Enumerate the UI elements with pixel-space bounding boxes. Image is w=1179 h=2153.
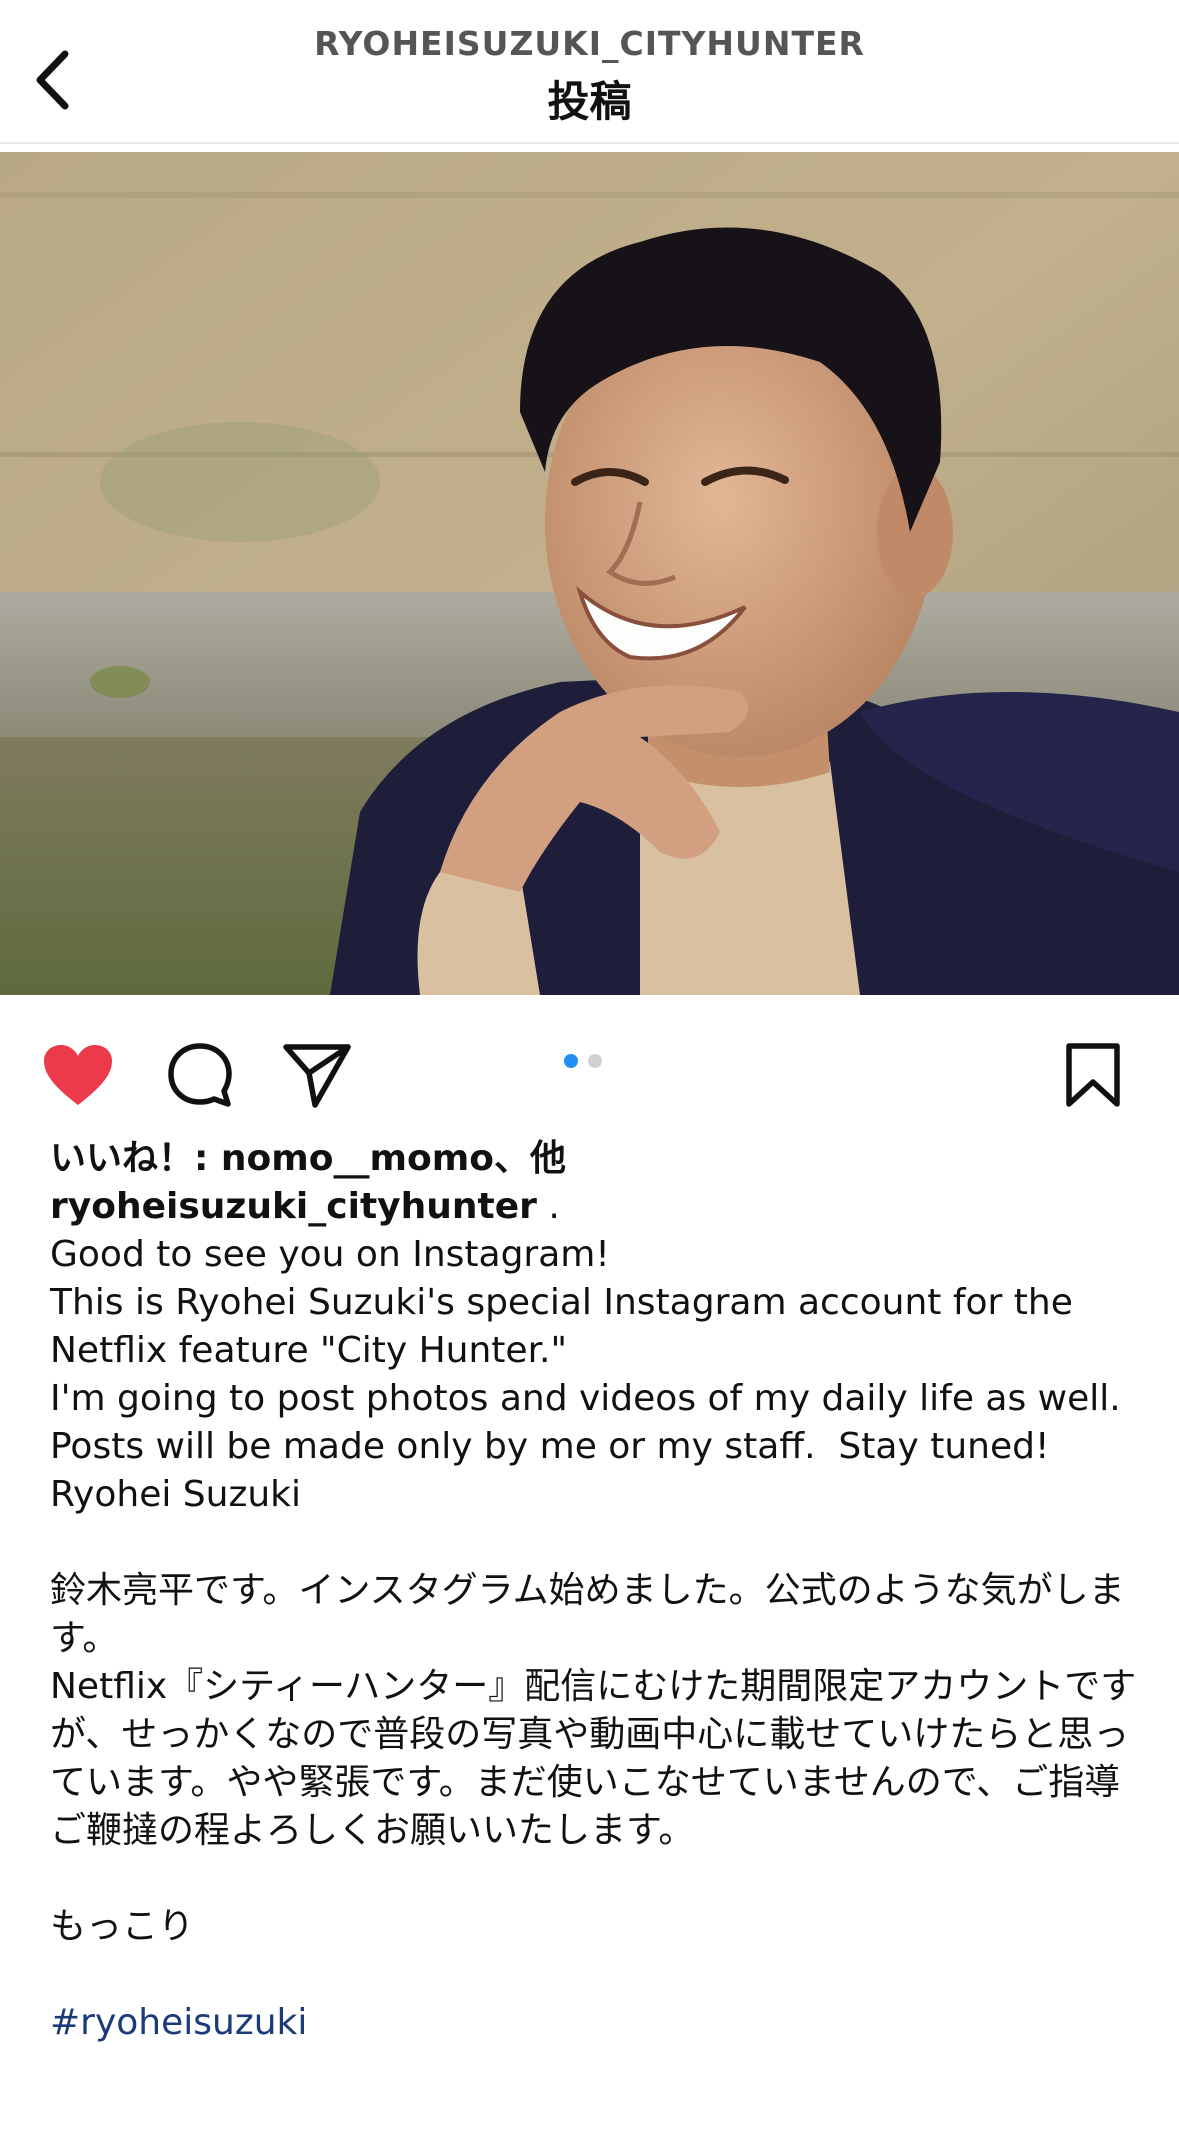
post-caption: いいね！: nomo__momo、他 ryoheisuzuki_cityhunt… — [50, 1135, 1140, 2047]
like-button[interactable] — [38, 1035, 118, 1115]
bookmark-icon — [1066, 1043, 1120, 1107]
caption-line: Ryohei Suzuki — [50, 1474, 302, 1515]
page-title: 投稿 — [547, 77, 632, 126]
carousel-indicator — [564, 1054, 602, 1068]
caption-username-suffix: . — [536, 1186, 560, 1227]
caption-line: This is Ryohei Suzuki's special Instagra… — [50, 1282, 1085, 1371]
caption-line: Good to see you on Instagram! — [50, 1234, 610, 1275]
caption-username[interactable]: ryoheisuzuki_cityhunter — [50, 1186, 537, 1227]
caption-line: 鈴木亮平です。インスタグラム始めました。公式のような気がします。 — [50, 1570, 1125, 1659]
comment-icon — [168, 1043, 232, 1107]
post-photo[interactable] — [0, 152, 1179, 995]
share-button[interactable] — [277, 1035, 357, 1115]
post-image — [0, 152, 1179, 995]
header-username[interactable]: RYOHEISUZUKI_CITYHUNTER — [0, 24, 1179, 63]
caption-line: Netflix『シティーハンター』配信にむけた期間限定アカウントですが、せっかく… — [50, 1666, 1137, 1851]
caption-line: I'm going to post photos and videos of m… — [50, 1378, 1133, 1467]
hashtag-link[interactable]: #ryoheisuzuki — [50, 1999, 1140, 2047]
carousel-dot — [588, 1054, 602, 1068]
save-button[interactable] — [1053, 1035, 1133, 1115]
comment-button[interactable] — [160, 1035, 240, 1115]
likes-summary[interactable]: いいね！: nomo__momo、他 — [50, 1135, 1140, 1183]
share-icon — [283, 1044, 351, 1108]
heart-icon — [44, 1045, 112, 1105]
caption-closing: もっこり — [50, 1906, 195, 1947]
carousel-dot-active — [564, 1054, 578, 1068]
top-nav-bar: RYOHEISUZUKI_CITYHUNTER 投稿 — [0, 0, 1179, 144]
